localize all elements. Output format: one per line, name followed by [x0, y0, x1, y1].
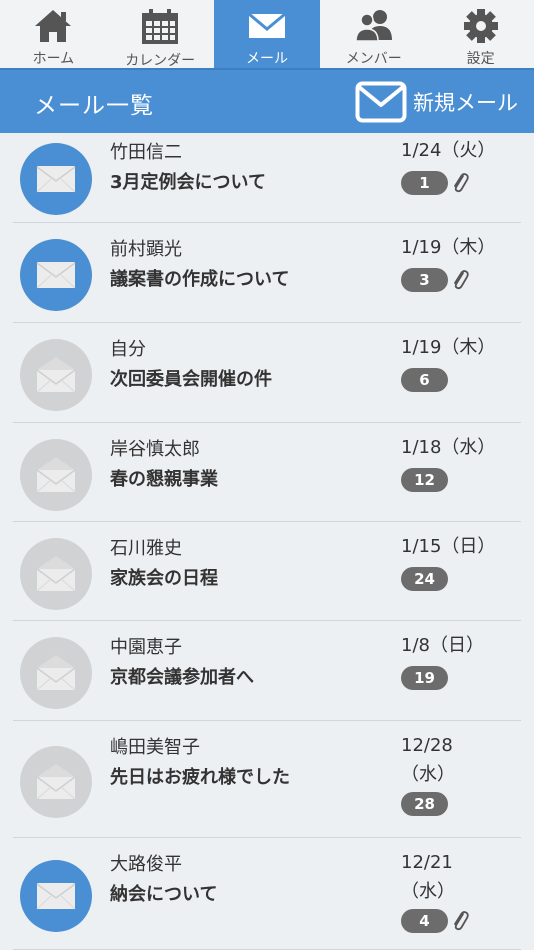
- mail-date-line1: 1/19（木）: [401, 237, 496, 258]
- mail-subject: 春の懇親事業: [110, 469, 218, 490]
- unread-mail-icon: [20, 860, 92, 932]
- mail-sender: 前村顕光: [110, 239, 182, 260]
- calendar-icon: [140, 8, 180, 46]
- mail-row[interactable]: 大路俊平納会について 12/21 （水） 4: [0, 838, 534, 950]
- mail-date-line1: 1/24（火）: [401, 140, 496, 161]
- attachment-icon: [451, 909, 469, 931]
- message-count-badge: 28: [401, 792, 448, 816]
- read-mail-icon: [20, 745, 92, 818]
- mail-sender: 竹田信二: [110, 142, 182, 163]
- mail-subject: 次回委員会開催の件: [110, 369, 272, 390]
- read-mail-icon: [20, 637, 92, 709]
- message-count-badge: 6: [401, 368, 448, 392]
- message-count-badge: 4: [401, 909, 448, 933]
- page-title: メール一覧: [34, 93, 154, 119]
- page-header: メール一覧 新規メール: [0, 70, 534, 133]
- mail-date: 12/28 （水）: [401, 731, 511, 789]
- mail-subject: 3月定例会について: [110, 172, 266, 193]
- mail-date: 1/19（木）: [401, 233, 511, 262]
- mail-row[interactable]: 前村顕光議案書の作成について 1/19（木） 3: [0, 223, 534, 323]
- mail-subject: 先日はお疲れ様でした: [110, 767, 290, 788]
- mail-subject: 議案書の作成について: [110, 269, 290, 290]
- mail-list: 竹田信二 3月定例会について 1/24（火） 1 前村顕光議案書の作成について 1/19（…: [0, 133, 534, 950]
- tab-bar: ホーム カレンダー メール メンバー 設定: [0, 0, 534, 69]
- mail-sender: 嶋田美智子: [110, 737, 200, 758]
- mail-date: 1/15（日）: [401, 532, 511, 561]
- mail-date: 1/8（日）: [401, 631, 511, 660]
- tab-members[interactable]: メンバー: [320, 0, 427, 68]
- tab-calendar-label: カレンダー: [125, 53, 196, 69]
- message-count-badge: 19: [401, 666, 448, 690]
- mail-date-line1: 12/28: [401, 735, 453, 756]
- gear-icon: [461, 8, 501, 44]
- unread-mail-icon: [20, 239, 92, 311]
- mail-date-line1: 1/8（日）: [401, 635, 484, 656]
- mail-date: 1/18（水）: [401, 433, 511, 462]
- message-count-badge: 3: [401, 268, 448, 292]
- mail-icon: [247, 8, 287, 44]
- read-mail-icon: [20, 339, 92, 411]
- mail-date: 12/21 （水）: [401, 848, 511, 906]
- home-icon: [33, 8, 73, 44]
- new-mail-icon: [355, 81, 407, 123]
- mail-sender: 大路俊平: [110, 854, 182, 875]
- mail-date-line2: （水）: [401, 881, 455, 902]
- mail-date-line1: 1/19（木）: [401, 337, 496, 358]
- tab-members-label: メンバー: [345, 51, 402, 67]
- attachment-icon: [451, 171, 469, 193]
- tab-mail-label: メール: [245, 51, 288, 67]
- mail-row[interactable]: 岸谷慎太郎春の懇親事業 1/18（水） 12: [0, 423, 534, 522]
- tab-home-label: ホーム: [32, 51, 75, 67]
- mail-sender: 石川雅史: [110, 538, 182, 559]
- tab-settings[interactable]: 設定: [427, 0, 534, 68]
- attachment-icon: [451, 268, 469, 290]
- mail-row[interactable]: 嶋田美智子先日はお疲れ様でした 12/28 （水） 28: [0, 721, 534, 838]
- mail-date-line2: （水）: [401, 764, 455, 785]
- mail-row[interactable]: 中園恵子京都会議参加者へ 1/8（日） 19: [0, 621, 534, 721]
- mail-date: 1/24（火）: [401, 136, 511, 165]
- mail-sender: 岸谷慎太郎: [110, 439, 200, 460]
- tab-mail[interactable]: メール: [213, 0, 321, 68]
- mail-row[interactable]: 自分次回委員会開催の件 1/19（木） 6: [0, 323, 534, 423]
- tab-home[interactable]: ホーム: [0, 0, 107, 68]
- read-mail-icon: [20, 438, 92, 511]
- mail-sender: 自分: [110, 339, 146, 360]
- message-count-badge: 12: [401, 468, 448, 492]
- unread-mail-icon: [20, 143, 92, 215]
- new-mail-button[interactable]: 新規メール: [355, 80, 518, 124]
- tab-settings-label: 設定: [466, 51, 495, 67]
- mail-date-line1: 1/15（日）: [401, 536, 496, 557]
- message-count-badge: 24: [401, 567, 448, 591]
- mail-sender: 中園恵子: [110, 637, 182, 658]
- mail-row[interactable]: 石川雅史家族会の日程 1/15（日） 24: [0, 522, 534, 621]
- mail-row[interactable]: 竹田信二 3月定例会について 1/24（火） 1: [0, 133, 534, 223]
- mail-subject: 京都会議参加者へ: [110, 667, 254, 688]
- mail-date: 1/19（木）: [401, 333, 511, 362]
- members-icon: [354, 8, 394, 44]
- message-count-badge: 1: [401, 171, 448, 195]
- mail-date-line1: 1/18（水）: [401, 437, 496, 458]
- tab-calendar[interactable]: カレンダー: [107, 0, 214, 69]
- mail-subject: 納会について: [110, 884, 218, 905]
- mail-subject: 家族会の日程: [110, 568, 218, 589]
- read-mail-icon: [20, 537, 92, 610]
- mail-date-line1: 12/21: [401, 852, 453, 873]
- new-mail-label: 新規メール: [413, 91, 518, 115]
